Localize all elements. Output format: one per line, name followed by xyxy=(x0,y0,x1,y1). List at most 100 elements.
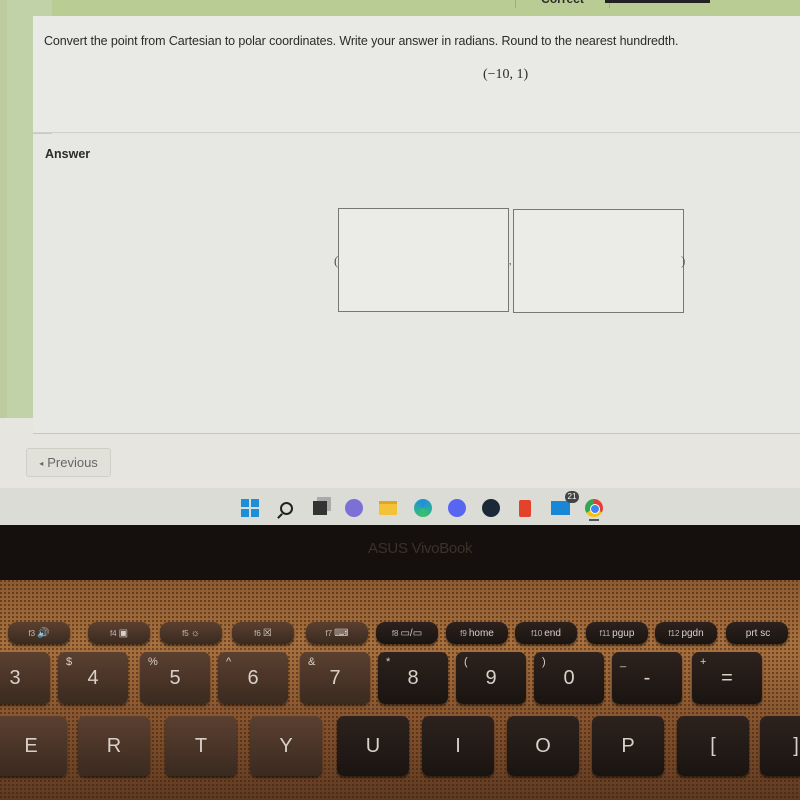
key-label: prt sc xyxy=(745,627,771,639)
answer-panel: Answer ( , ) xyxy=(33,134,800,434)
theta-input[interactable] xyxy=(513,209,684,313)
mail-notification-badge: 21 xyxy=(565,491,579,503)
close-paren: ) xyxy=(681,253,686,268)
key-shift-label: ( xyxy=(464,656,468,668)
key-shift-label: $ xyxy=(66,656,73,668)
key-shift-label: & xyxy=(308,656,316,668)
key-f10[interactable]: f10 end xyxy=(515,622,577,644)
windows-taskbar xyxy=(0,488,800,525)
key-fn-label: f3 xyxy=(28,628,36,638)
key-f3[interactable]: f3 🔊 xyxy=(8,622,70,644)
key-prtsc[interactable]: prt sc xyxy=(726,622,788,644)
key-main-label: 9 xyxy=(485,666,497,689)
edge-icon[interactable] xyxy=(413,498,433,518)
previous-button[interactable]: ◂ Previous xyxy=(26,448,111,477)
key-f8[interactable]: f8 ▭/▭ xyxy=(376,622,438,644)
answer-label: Answer xyxy=(45,147,91,161)
key-][interactable]: ] xyxy=(760,716,800,776)
key-main-label: R xyxy=(106,734,122,757)
browser-screen: Correct Convert the point from Cartesian… xyxy=(0,0,800,525)
key-main-label: 4 xyxy=(87,666,99,689)
r-input[interactable] xyxy=(338,208,509,312)
key-f6[interactable]: f6 ☒ xyxy=(232,622,294,644)
key-main-label: 5 xyxy=(169,666,181,689)
task-view-icon[interactable] xyxy=(310,498,330,518)
key-T[interactable]: T xyxy=(165,716,237,776)
key-shift-label: % xyxy=(148,656,158,668)
key-label: home xyxy=(468,627,494,639)
discord-icon[interactable] xyxy=(447,498,467,518)
header-dark-bar xyxy=(605,0,710,3)
question-prompt: Convert the point from Cartesian to pola… xyxy=(44,34,679,48)
key-main-label: E xyxy=(24,734,38,757)
key-U[interactable]: U xyxy=(337,716,409,776)
key-fn-label: f5 xyxy=(182,628,189,638)
key--[interactable]: _ - xyxy=(612,652,682,704)
previous-label: Previous xyxy=(47,455,98,470)
windows-start-icon[interactable] xyxy=(240,498,260,518)
key-E[interactable]: E xyxy=(0,716,67,776)
key-fn-label: f11 xyxy=(599,628,611,638)
search-icon[interactable] xyxy=(276,498,296,518)
key-main-label: = xyxy=(721,666,733,689)
key-main-label: I xyxy=(455,734,461,757)
key-[[interactable]: [ xyxy=(677,716,749,776)
key-P[interactable]: P xyxy=(592,716,664,776)
key-shift-label: + xyxy=(700,656,707,668)
key-3[interactable]: #3 xyxy=(0,652,50,704)
meet-icon[interactable] xyxy=(344,498,364,518)
key-label: 🔊 xyxy=(37,627,50,639)
key-shift-label: * xyxy=(386,656,391,668)
key-label: end xyxy=(544,627,561,639)
key-main-label: - xyxy=(643,666,651,689)
key-main-label: 3 xyxy=(9,666,21,689)
key-7[interactable]: & 7 xyxy=(300,652,370,704)
key-shift-label: ) xyxy=(542,656,546,668)
top-header-strip: Correct xyxy=(0,0,800,16)
steam-icon[interactable] xyxy=(481,498,501,518)
comma-separator: , xyxy=(509,256,512,267)
key-6[interactable]: ^ 6 xyxy=(218,652,288,704)
key-main-label: ] xyxy=(793,734,799,757)
key-f11[interactable]: f11 pgup xyxy=(586,622,648,644)
key-R[interactable]: R xyxy=(78,716,150,776)
key-8[interactable]: * 8 xyxy=(378,652,448,704)
key-0[interactable]: ) 0 xyxy=(534,652,604,704)
key-main-label: 0 xyxy=(563,666,575,689)
key-main-label: [ xyxy=(710,734,716,757)
key-label: ⌨ xyxy=(334,627,349,639)
key-label: ▣ xyxy=(118,627,129,639)
key-main-label: T xyxy=(194,734,208,757)
key-9[interactable]: (9 xyxy=(456,652,526,704)
key-f7[interactable]: f7 ⌨ xyxy=(306,622,368,644)
key-main-label: Y xyxy=(279,734,293,757)
key-fn-label: f10 xyxy=(531,628,543,638)
key-main-label: U xyxy=(365,734,381,757)
cartesian-point: (−10, 1) xyxy=(483,67,529,82)
question-panel: Convert the point from Cartesian to pola… xyxy=(33,16,800,133)
key-O[interactable]: O xyxy=(507,716,579,776)
key-shift-label: ^ xyxy=(226,656,232,668)
key-=[interactable]: + = xyxy=(692,652,762,704)
laptop-brand-logo: ASUS VivoBook xyxy=(368,540,473,557)
key-f9[interactable]: f9 home xyxy=(446,622,508,644)
key-f5[interactable]: f5 ☼ xyxy=(160,622,222,644)
key-fn-label: f7 xyxy=(325,628,333,638)
key-Y[interactable]: Y xyxy=(250,716,322,776)
key-main-label: O xyxy=(535,734,551,757)
key-4[interactable]: $4 xyxy=(58,652,128,704)
chrome-icon[interactable] xyxy=(584,498,604,518)
office-icon[interactable] xyxy=(515,498,535,518)
key-f4[interactable]: f4 ▣ xyxy=(88,622,150,644)
key-fn-label: f9 xyxy=(460,628,467,638)
key-I[interactable]: I xyxy=(422,716,494,776)
navigation-bar: ◂ Previous xyxy=(0,434,800,490)
key-label: ☒ xyxy=(262,627,272,639)
correct-tab[interactable]: Correct xyxy=(515,0,610,8)
key-f12[interactable]: f12 pgdn xyxy=(655,622,717,644)
chevron-left-icon: ◂ xyxy=(39,459,44,468)
key-fn-label: f6 xyxy=(254,628,261,638)
key-main-label: 7 xyxy=(329,666,341,689)
file-explorer-icon[interactable] xyxy=(378,498,398,518)
key-5[interactable]: % 5 xyxy=(140,652,210,704)
